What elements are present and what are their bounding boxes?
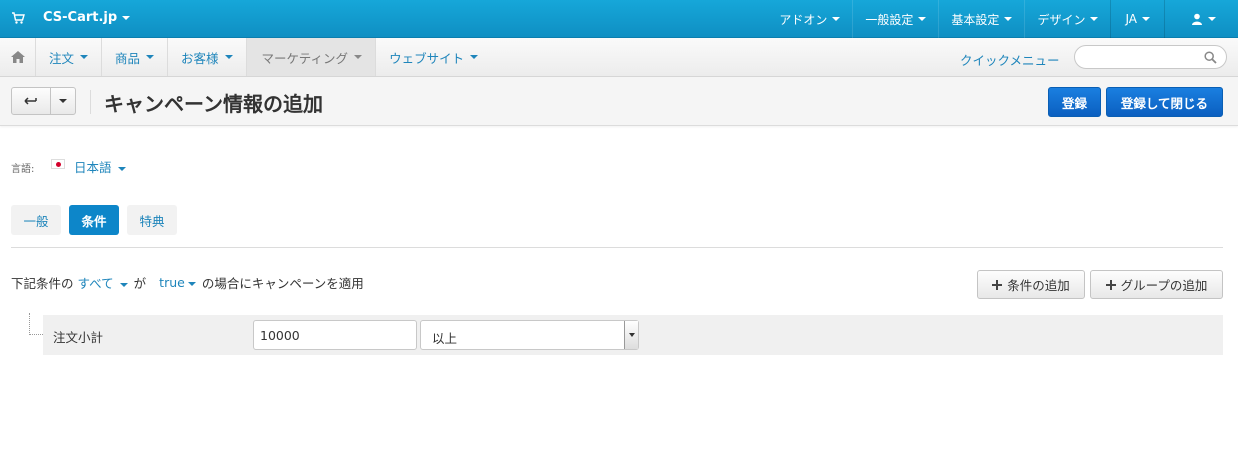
nav-item-products-label: 商品 [115,50,141,66]
store-brand-menu[interactable]: CS-Cart.jp [43,10,131,25]
nav-item-orders-label: 注文 [49,50,75,66]
top-menu-general-settings-label: 一般設定 [865,12,914,27]
chevron-down-icon [1090,17,1099,21]
actions-dropdown-button[interactable] [50,87,76,115]
chevron-down-icon [354,55,363,59]
conditions-sentence: 下記条件の すべて が true の場合にキャンペーンを適用 [11,273,364,292]
title-divider [90,90,91,114]
nav-item-marketing-label: マーケティング [261,50,349,66]
main-nav: 注文 商品 お客様 マーケティング ウェブサイト クイックメニュー [0,38,1238,77]
chevron-down-icon [470,55,479,59]
nav-item-website[interactable]: ウェブサイト [376,38,491,76]
title-bar: キャンペーン情報の追加 登録 登録して閉じる [0,77,1238,126]
tree-connector-vertical [29,313,30,335]
condition-operator-value: 以上 [432,331,458,346]
user-icon [1192,13,1202,25]
add-condition-label: 条件の追加 [1007,278,1070,293]
chevron-down-icon [117,166,126,171]
top-bar: CS-Cart.jp アドオン 一般設定 基本設定 デザイン JA [0,0,1238,38]
save-and-close-button[interactable]: 登録して閉じる [1106,87,1223,117]
search-input[interactable] [1085,49,1200,65]
sentence-suffix: の場合にキャンペーンを適用 [201,276,364,291]
tabs-divider [11,247,1223,248]
bool-selector[interactable]: true [159,275,196,290]
top-menu-basic-settings[interactable]: 基本設定 [938,0,1024,38]
set-value: すべて [77,276,114,291]
search-icon[interactable] [1204,51,1217,64]
chevron-down-icon [80,55,89,59]
chevron-down-icon [1142,17,1150,21]
set-selector[interactable]: すべて [78,273,128,292]
select-arrow [624,321,638,349]
nav-item-products[interactable]: 商品 [102,38,169,76]
home-icon [10,51,25,63]
chevron-down-icon [1208,17,1216,21]
tab-bonuses[interactable]: 特典 [127,205,177,235]
save-button[interactable]: 登録 [1048,87,1101,117]
language-label: 言語: [11,164,35,175]
plus-icon [992,279,1003,290]
condition-value-input[interactable] [253,320,417,350]
plus-icon [1105,279,1116,290]
brand-label: CS-Cart.jp [43,10,118,25]
add-group-button[interactable]: グループの追加 [1090,270,1223,299]
chevron-down-icon [628,333,635,337]
nav-item-customers-label: お客様 [181,50,219,66]
quick-menu-link[interactable]: クイックメニュー [960,50,1060,69]
top-menu-design-label: デザイン [1037,12,1086,27]
chevron-down-icon [224,55,233,59]
nav-item-marketing[interactable]: マーケティング [246,38,377,76]
add-group-label: グループの追加 [1120,278,1208,293]
nav-items: 注文 商品 お客様 マーケティング ウェブサイト [36,38,491,76]
chevron-down-icon [1004,17,1013,21]
nav-item-website-label: ウェブサイト [389,50,465,66]
top-menu-addons-label: アドオン [779,12,828,27]
sentence-prefix: 下記条件の [11,276,74,291]
search-box [1074,45,1227,69]
shopping-cart-icon[interactable] [11,11,25,25]
top-menu-language-label: JA [1125,12,1137,26]
tab-conditions[interactable]: 条件 [69,205,119,235]
top-menu-user[interactable] [1164,0,1238,38]
chevron-down-icon [146,55,155,59]
tree-connector-horizontal [29,334,43,335]
back-button[interactable] [11,87,51,115]
top-menu-design[interactable]: デザイン [1024,0,1110,38]
chevron-down-icon [918,17,927,21]
top-menu-general-settings[interactable]: 一般設定 [852,0,938,38]
nav-item-orders[interactable]: 注文 [36,38,103,76]
chevron-down-icon [832,17,841,21]
condition-row: 注文小計 以上 [43,315,1223,355]
chevron-down-icon [59,99,67,103]
nav-home[interactable] [0,38,36,76]
add-condition-button[interactable]: 条件の追加 [977,270,1085,299]
top-menu-addons[interactable]: アドオン [767,0,852,38]
top-menu-basic-settings-label: 基本設定 [951,12,1000,27]
condition-operator-select[interactable]: 以上 [420,320,639,350]
chevron-down-icon [187,281,196,286]
top-menu: アドオン 一般設定 基本設定 デザイン JA [767,0,1238,38]
language-value: 日本語 [74,160,112,175]
chevron-down-icon [122,15,131,20]
page-title: キャンペーン情報の追加 [104,92,323,116]
sentence-mid: が [133,276,147,291]
tab-general[interactable]: 一般 [11,205,61,235]
condition-label: 注文小計 [53,330,104,345]
nav-item-customers[interactable]: お客様 [168,38,247,76]
japan-flag-icon [51,159,65,169]
language-selector[interactable]: 日本語 [74,157,126,176]
chevron-down-icon [119,282,128,287]
bool-value: true [159,275,185,290]
top-menu-language[interactable]: JA [1110,0,1164,38]
back-arrow-icon [24,97,37,105]
